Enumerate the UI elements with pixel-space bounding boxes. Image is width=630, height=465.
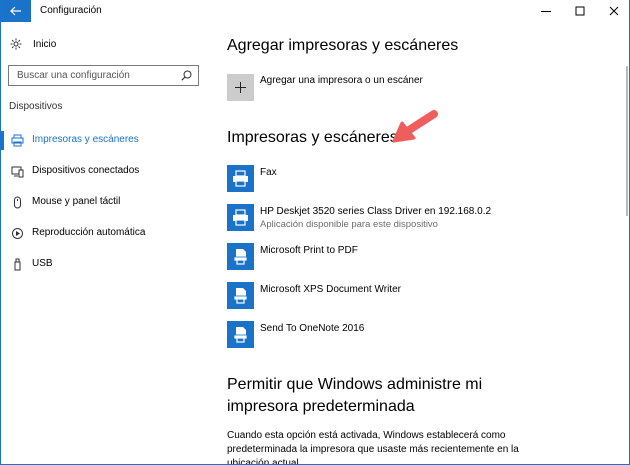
sidebar: Inicio Dispositivos Impresoras y escáner…: [1, 22, 206, 464]
sidebar-item-label: USB: [32, 258, 53, 269]
device-item-print-to-pdf[interactable]: Microsoft Print to PDF: [227, 243, 617, 271]
sidebar-item-printers[interactable]: Impresoras y escáneres: [1, 125, 206, 156]
document-printer-icon: [233, 249, 248, 265]
printer-icon: [233, 209, 248, 226]
device-tile: [227, 321, 254, 348]
title-bar: Configuración: [1, 0, 629, 22]
add-tile: [227, 73, 254, 101]
sidebar-item-usb[interactable]: USB: [1, 249, 206, 280]
sidebar-nav: Impresoras y escáneres Dispositivos cone…: [1, 125, 206, 280]
sidebar-item-home[interactable]: Inicio: [10, 38, 56, 50]
plus-icon: [235, 81, 246, 93]
device-tile: [227, 204, 254, 231]
active-indicator: [1, 131, 4, 150]
add-printers-heading: Agregar impresoras y escáneres: [227, 37, 459, 54]
printer-icon: [11, 134, 24, 147]
close-icon: [609, 6, 619, 16]
section-label-devices: Dispositivos: [9, 101, 63, 112]
window-title: Configuración: [40, 5, 102, 16]
fax-icon: [233, 170, 248, 187]
scrollbar[interactable]: [624, 22, 629, 464]
sidebar-item-label: Mouse y panel táctil: [32, 196, 121, 207]
scrollbar-thumb[interactable]: [626, 66, 628, 216]
device-item-onenote[interactable]: Send To OneNote 2016: [227, 321, 617, 349]
back-arrow-icon: [10, 6, 21, 16]
mouse-icon: [11, 196, 24, 209]
default-printer-description: Cuando esta opción está activada, Window…: [227, 430, 519, 465]
device-name: Send To OneNote 2016: [260, 323, 365, 334]
devices-icon: [11, 165, 24, 178]
minimize-icon: [541, 11, 551, 12]
sidebar-item-label: Impresoras y escáneres: [32, 134, 139, 145]
device-tile: [227, 165, 254, 192]
sidebar-item-label: Reproducción automática: [32, 227, 146, 238]
device-name: Microsoft XPS Document Writer: [260, 284, 401, 295]
sidebar-item-autoplay[interactable]: Reproducción automática: [1, 218, 206, 249]
document-printer-icon: [233, 327, 248, 343]
settings-window: Configuración Inicio Dispositivos: [0, 0, 630, 465]
device-tile: [227, 282, 254, 309]
annotation-arrow-icon: [392, 110, 438, 143]
search-box: [8, 65, 199, 86]
maximize-button[interactable]: [563, 0, 597, 22]
search-input[interactable]: [9, 66, 174, 85]
device-item-fax[interactable]: Fax: [227, 165, 617, 193]
autoplay-icon: [11, 227, 24, 240]
sidebar-item-label: Dispositivos conectados: [32, 165, 140, 176]
device-item-xps-writer[interactable]: Microsoft XPS Document Writer: [227, 282, 617, 310]
device-name: HP Deskjet 3520 series Class Driver en 1…: [260, 206, 492, 217]
usb-icon: [11, 258, 24, 271]
device-name: Fax: [260, 167, 277, 178]
document-printer-icon: [233, 288, 248, 304]
device-name: Microsoft Print to PDF: [260, 245, 358, 256]
printers-heading: Impresoras y escáneres: [227, 129, 398, 146]
device-item-hp-deskjet[interactable]: HP Deskjet 3520 series Class Driver en 1…: [227, 204, 617, 232]
maximize-icon: [575, 6, 585, 16]
close-button[interactable]: [597, 0, 629, 22]
window-controls: [529, 0, 629, 22]
home-label: Inicio: [33, 38, 57, 50]
gear-icon: [10, 38, 22, 50]
main-content: Agregar impresoras y escáneres Agregar u…: [206, 22, 626, 465]
default-printer-heading: Permitir que Windows administre mi impre…: [227, 376, 483, 415]
back-button[interactable]: [1, 0, 31, 22]
sidebar-item-connected-devices[interactable]: Dispositivos conectados: [1, 156, 206, 187]
device-subtitle: Aplicación disponible para este disposit…: [260, 219, 438, 230]
add-printer-label: Agregar una impresora o un escáner: [260, 75, 423, 86]
minimize-button[interactable]: [529, 0, 563, 22]
add-printer-button[interactable]: Agregar una impresora o un escáner: [227, 72, 423, 102]
search-icon[interactable]: [181, 70, 192, 81]
device-tile: [227, 243, 254, 270]
sidebar-item-mouse[interactable]: Mouse y panel táctil: [1, 187, 206, 218]
